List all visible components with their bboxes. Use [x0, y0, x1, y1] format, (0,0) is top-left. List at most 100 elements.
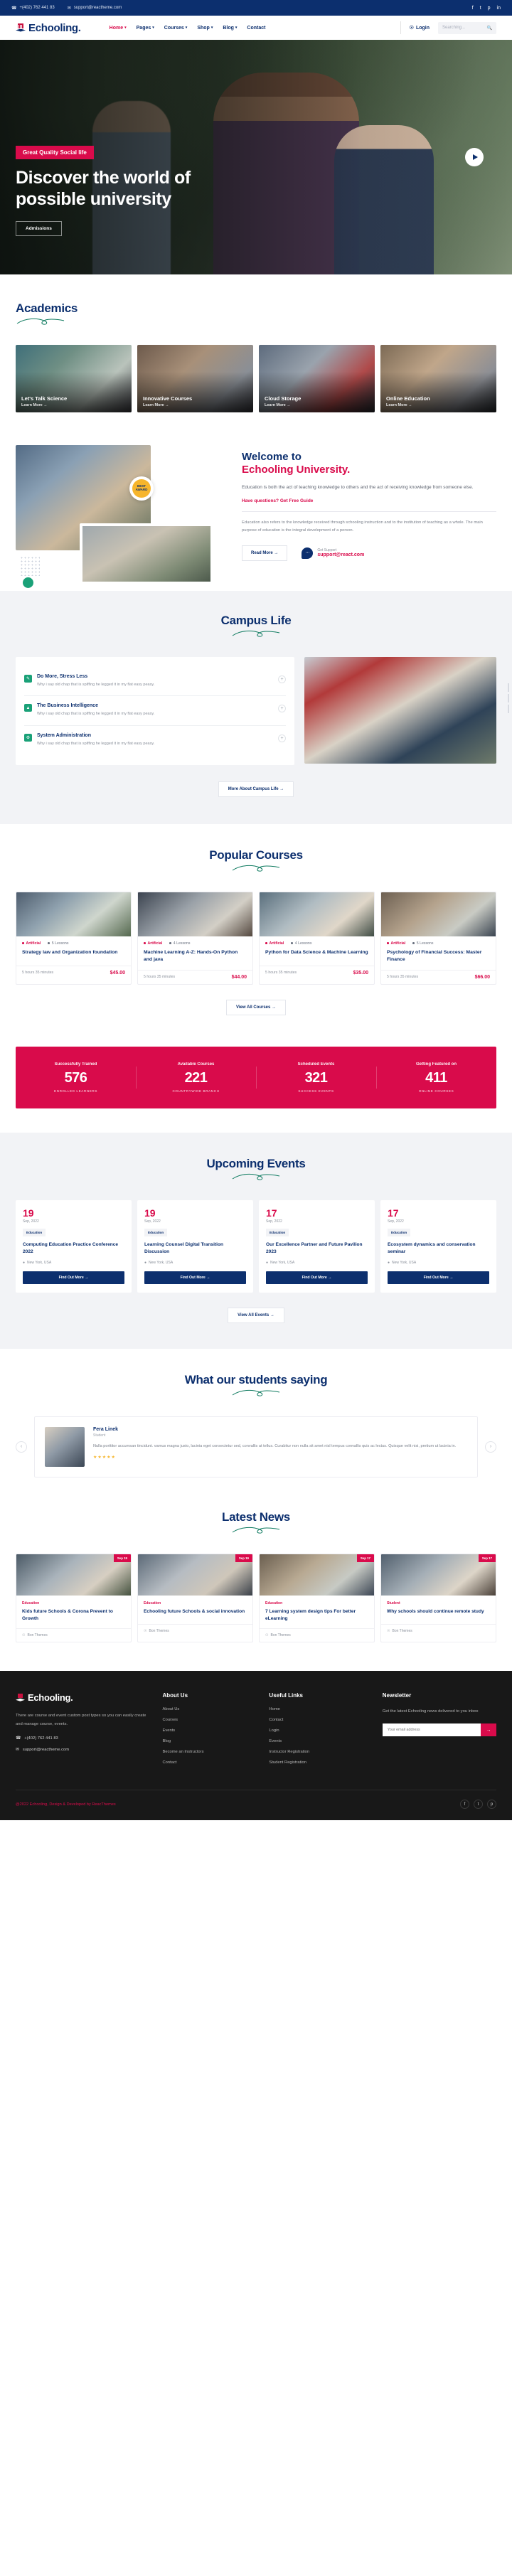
academics-card[interactable]: Cloud Storage Learn More →: [259, 345, 375, 412]
more-about-campus-life-button[interactable]: More About Campus Life →: [218, 781, 294, 797]
twitter-icon[interactable]: t: [480, 6, 481, 11]
copyright-brand-link[interactable]: ReacThemes: [92, 1802, 115, 1807]
find-out-more-button[interactable]: Find Out More →: [388, 1271, 489, 1284]
newsletter-email-input[interactable]: [382, 1723, 481, 1737]
event-card[interactable]: 19 Sep, 2022 Education Learning Counsel …: [137, 1199, 253, 1293]
event-card[interactable]: 19 Sep, 2022 Education Computing Educati…: [16, 1199, 132, 1293]
course-duration: 5 hours 35 minutes: [265, 971, 297, 976]
popular-courses-section: Popular Courses Artificial 5 Lessons Stra…: [0, 824, 512, 1037]
topbar-socials: f t p in: [472, 6, 501, 11]
accordion-item[interactable]: ⚙ System Administration Why i say old ch…: [24, 726, 286, 755]
topbar-phone[interactable]: ☎ +(402) 762 441 83: [11, 6, 55, 11]
newsletter-submit-button[interactable]: →: [481, 1723, 496, 1737]
facebook-icon[interactable]: f: [472, 6, 474, 11]
pinterest-icon[interactable]: p: [488, 6, 491, 11]
testimonial-prev-button[interactable]: ‹: [16, 1441, 27, 1453]
event-day: 17: [266, 1207, 277, 1219]
news-category: Education: [265, 1600, 283, 1605]
copyright-text: @2022 Echooling, Design & Developed by: [16, 1802, 92, 1807]
find-out-more-button[interactable]: Find Out More →: [23, 1271, 124, 1284]
academics-card[interactable]: Innovative Courses Learn More →: [137, 345, 253, 412]
twitter-icon[interactable]: t: [474, 1800, 483, 1810]
admissions-button[interactable]: Admissions: [16, 221, 62, 236]
course-title: Psychology of Financial Success: Master …: [387, 949, 482, 963]
rating-stars: ★★★★★: [93, 1455, 116, 1460]
news-card[interactable]: Sep 17 Student Why schools should contin…: [380, 1553, 496, 1643]
footer-phone[interactable]: ☎ +(402) 762 441 83: [16, 1736, 149, 1741]
expand-icon[interactable]: +: [278, 675, 286, 683]
course-category: Artificial: [387, 941, 405, 946]
nav-item-home[interactable]: Home ▾: [110, 26, 127, 31]
card-link[interactable]: Learn More →: [265, 403, 301, 407]
linkedin-icon[interactable]: in: [497, 6, 501, 11]
support-block[interactable]: ⋯ Get Support support@react.com: [302, 547, 364, 559]
accordion-item[interactable]: ▲ The Business Intelligence Why i say ol…: [24, 696, 286, 727]
news-card[interactable]: Sep 19 Education Echooling future School…: [137, 1553, 253, 1643]
search-icon[interactable]: 🔍: [487, 26, 492, 31]
search-input[interactable]: Searching... 🔍: [438, 21, 496, 34]
course-card[interactable]: Artificial 5 Lessons Strategy law and Org…: [16, 891, 132, 985]
footer-link[interactable]: Contact: [162, 1760, 256, 1765]
event-card[interactable]: 17 Sep, 2022 Education Our Excellence Pa…: [259, 1199, 375, 1293]
course-card[interactable]: Artificial 5 Lessons Psychology of Financ…: [380, 891, 496, 985]
play-icon[interactable]: [465, 148, 484, 166]
course-price: $44.00: [231, 974, 247, 980]
footer-email[interactable]: ✉ support@reactheme.com: [16, 1748, 149, 1752]
footer-link[interactable]: About Us: [162, 1707, 256, 1711]
view-all-events-button[interactable]: View All Events →: [228, 1307, 284, 1323]
expand-icon[interactable]: +: [278, 705, 286, 713]
facebook-icon[interactable]: f: [460, 1800, 469, 1810]
find-out-more-button[interactable]: Find Out More →: [144, 1271, 246, 1284]
footer-logo[interactable]: Echooling.: [16, 1692, 149, 1703]
footer-link[interactable]: Events: [269, 1739, 369, 1743]
footer-link[interactable]: Contact: [269, 1718, 369, 1722]
event-category: Education: [144, 1228, 168, 1236]
event-card[interactable]: 17 Sep, 2022 Education Ecosystem dynamic…: [380, 1199, 496, 1293]
news-image: Sep 19: [138, 1554, 252, 1596]
footer-link[interactable]: Become an Instructors: [162, 1750, 256, 1754]
nav-item-blog[interactable]: Blog ▾: [223, 26, 237, 31]
find-out-more-button[interactable]: Find Out More →: [266, 1271, 368, 1284]
course-card[interactable]: Artificial 4 Lessons Machine Learning A-Z…: [137, 891, 253, 985]
testimonial-next-button[interactable]: ›: [485, 1441, 496, 1453]
free-guide-link[interactable]: Get Free Guide: [280, 498, 314, 503]
card-link[interactable]: Learn More →: [21, 403, 67, 407]
accordion-item[interactable]: ✎ Do More, Stress Less Why i say old cha…: [24, 667, 286, 697]
nav-item-courses[interactable]: Courses ▾: [164, 26, 188, 31]
footer-link[interactable]: Home: [269, 1707, 369, 1711]
footer-link[interactable]: Courses: [162, 1718, 256, 1722]
topbar-email[interactable]: ✉ support@reactheme.com: [68, 6, 122, 11]
footer-link[interactable]: Blog: [162, 1739, 256, 1743]
footer-link[interactable]: Student Registration: [269, 1760, 369, 1765]
welcome-heading-line1: Welcome to: [242, 451, 302, 463]
course-price: $66.00: [474, 974, 490, 980]
nav-item-shop[interactable]: Shop ▾: [197, 26, 213, 31]
section-title: Campus Life: [220, 613, 292, 627]
logo[interactable]: Echooling.: [16, 22, 81, 34]
news-card[interactable]: Sep 17 Education 7 Learning system desig…: [259, 1553, 375, 1643]
expand-icon[interactable]: +: [278, 734, 286, 743]
news-card[interactable]: Sep 19 Education Kids future Schools & C…: [16, 1553, 132, 1643]
academics-card[interactable]: Online Education Learn More →: [380, 345, 496, 412]
course-card[interactable]: Artificial 4 Lessons Python for Data Scie…: [259, 891, 375, 985]
footer-link[interactable]: Instructor Registration: [269, 1750, 369, 1754]
counter-sublabel: ENROLLED LEARNERS: [53, 1089, 97, 1093]
read-more-button[interactable]: Read More →: [242, 545, 288, 561]
courses-heading: Popular Courses: [16, 848, 496, 876]
nav-item-contact[interactable]: Contact: [247, 26, 265, 31]
support-email[interactable]: support@react.com: [317, 552, 364, 557]
login-button[interactable]: ☉ Login: [410, 25, 430, 31]
scroll-indicator[interactable]: [508, 683, 509, 713]
course-category: Artificial: [144, 941, 162, 946]
news-author: Bon Themes: [392, 1628, 412, 1633]
card-link[interactable]: Learn More →: [386, 403, 430, 407]
footer-link[interactable]: Events: [162, 1728, 256, 1733]
footer-bottom: @2022 Echooling, Design & Developed by R…: [16, 1790, 496, 1820]
nav-item-pages[interactable]: Pages ▾: [137, 26, 154, 31]
card-link[interactable]: Learn More →: [143, 403, 192, 407]
view-all-courses-button[interactable]: View All Courses →: [225, 999, 287, 1015]
pinterest-icon[interactable]: p: [487, 1800, 496, 1810]
academics-card[interactable]: Let's Talk Science Learn More →: [16, 345, 132, 412]
news-date-tag: Sep 19: [235, 1554, 252, 1562]
footer-link[interactable]: Login: [269, 1728, 369, 1733]
